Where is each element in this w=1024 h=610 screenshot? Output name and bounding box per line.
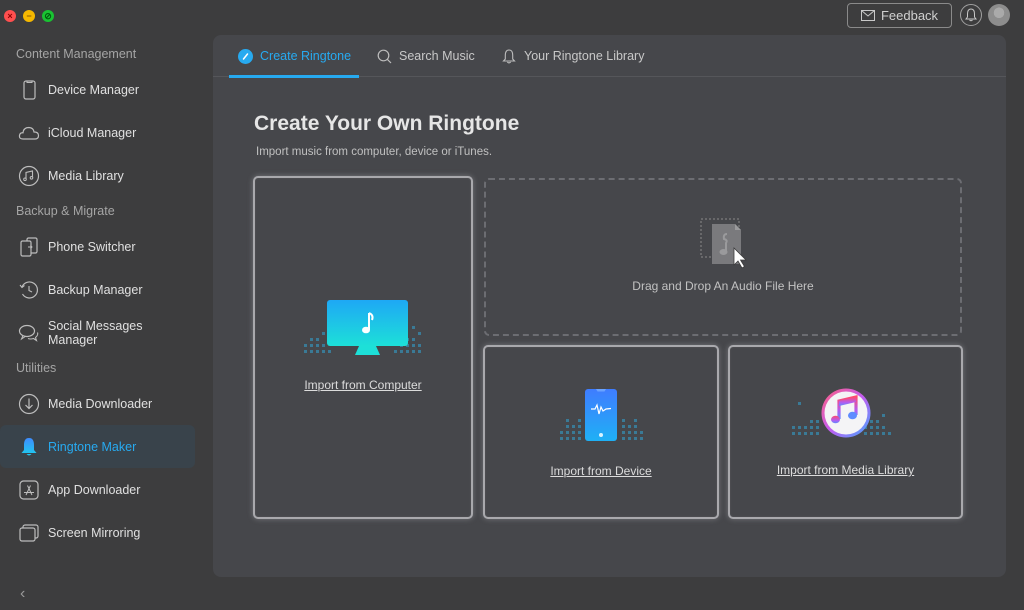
edit-circle-icon [237,48,253,64]
sidebar-item-label: Phone Switcher [48,239,136,254]
sidebar-item-media-downloader[interactable]: Media Downloader [0,382,195,425]
sidebar-item-label: Ringtone Maker [48,439,137,454]
import-from-device-card[interactable]: Import from Device [483,345,719,519]
import-from-computer-link[interactable]: Import from Computer [255,378,471,392]
phone-switch-icon [18,236,40,258]
collapse-sidebar-button[interactable]: ‹ [20,585,25,603]
sidebar-item-label: Backup Manager [48,282,143,297]
feedback-button[interactable]: Feedback [847,3,952,28]
screens-icon [18,522,40,544]
window-maximize-button[interactable]: ⊘ [42,10,54,22]
page-subtitle: Import music from computer, device or iT… [256,146,493,158]
sidebar-item-label: Media Downloader [48,396,153,411]
feedback-label: Feedback [880,8,939,23]
tab-label: Search Music [399,49,475,63]
audio-file-drop-icon [700,218,747,269]
sidebar-item-backup-manager[interactable]: Backup Manager [0,268,195,311]
import-from-computer-card[interactable]: Import from Computer [253,176,473,519]
phone-icon [18,79,40,101]
tab-label: Your Ringtone Library [524,49,645,63]
search-icon [376,48,392,64]
window-minimize-button[interactable]: − [23,10,35,22]
window-close-button[interactable]: × [4,10,16,22]
sidebar-item-screen-mirroring[interactable]: Screen Mirroring [0,511,195,554]
sidebar-item-label: Screen Mirroring [48,525,141,540]
sidebar-item-phone-switcher[interactable]: Phone Switcher [0,225,195,268]
import-from-device-link[interactable]: Import from Device [485,464,717,478]
bell-icon [501,48,517,64]
page-title: Create Your Own Ringtone [254,112,520,135]
import-from-media-library-link[interactable]: Import from Media Library [730,463,961,477]
window-controls: × − ⊘ [4,10,54,22]
user-avatar[interactable] [988,4,1010,26]
app-store-icon [18,479,40,501]
main-panel: Create Ringtone Search Music Your Ringto… [213,35,1006,577]
tab-your-ringtone-library[interactable]: Your Ringtone Library [501,35,644,77]
chat-bubbles-icon [18,322,40,344]
sidebar-item-label: iCloud Manager [48,125,137,140]
sidebar-item-device-manager[interactable]: Device Manager [0,68,195,111]
drop-zone-label: Drag and Drop An Audio File Here [632,279,814,293]
phone-waveform-icon [560,389,643,441]
download-icon [18,393,40,415]
bell-icon [18,436,40,458]
audio-drop-zone[interactable]: Drag and Drop An Audio File Here [484,178,962,336]
music-note-icon [18,165,40,187]
itunes-icon [792,388,891,438]
section-title-backup-migrate: Backup & Migrate [16,204,115,218]
sidebar: Content Management Device Manager iCloud… [0,40,205,554]
mail-icon [860,10,875,21]
sidebar-item-app-downloader[interactable]: App Downloader [0,468,195,511]
cloud-icon [18,122,40,144]
tab-label: Create Ringtone [260,49,352,63]
monitor-music-icon [304,300,421,355]
tab-search-music[interactable]: Search Music [376,35,475,77]
sidebar-item-label: Media Library [48,168,124,183]
sidebar-item-ringtone-maker[interactable]: Ringtone Maker [0,425,195,468]
sidebar-item-social-messages-manager[interactable]: Social Messages Manager [0,311,195,354]
sidebar-item-icloud-manager[interactable]: iCloud Manager [0,111,195,154]
notifications-button[interactable] [960,4,982,26]
sidebar-item-label: Social Messages Manager [48,318,143,347]
history-icon [18,279,40,301]
tab-bar: Create Ringtone Search Music Your Ringto… [213,35,1006,78]
tab-create-ringtone[interactable]: Create Ringtone [228,35,360,78]
sidebar-item-media-library[interactable]: Media Library [0,154,195,197]
bell-icon [965,8,977,22]
sidebar-item-label: App Downloader [48,482,141,497]
chevron-left-icon: ‹ [20,585,26,602]
import-from-media-library-card[interactable]: Import from Media Library [728,345,963,519]
section-title-content-management: Content Management [16,47,137,61]
section-title-utilities: Utilities [16,361,57,375]
sidebar-item-label: Device Manager [48,82,140,97]
